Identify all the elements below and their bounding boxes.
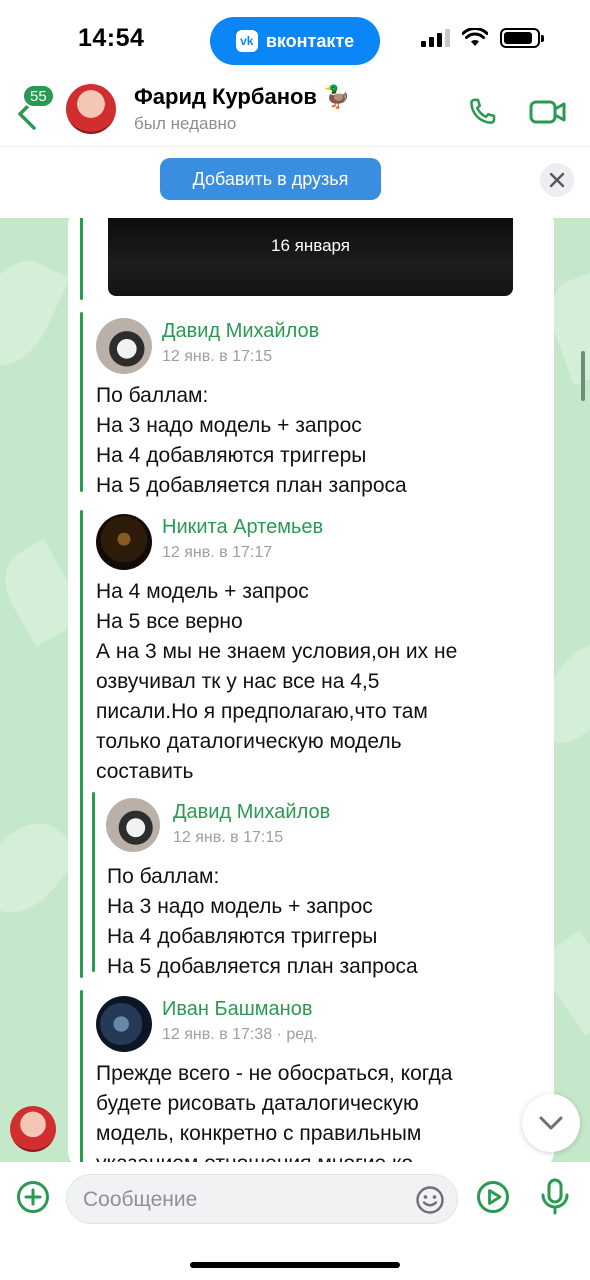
chat-header: 55 Фарид Курбанов 🦆 был недавно — [0, 76, 590, 146]
status-time: 14:54 — [78, 24, 145, 52]
chevron-down-icon — [539, 1116, 563, 1130]
contact-avatar[interactable] — [66, 84, 116, 134]
message-time: 12 янв. в 17:17 — [162, 544, 273, 561]
chat-area[interactable]: 16 января Давид Михайлов 12 янв. в 17:15… — [0, 218, 590, 1162]
quote-line — [80, 218, 83, 300]
message-time: 12 янв. в 17:15 — [162, 348, 273, 365]
message-text: По баллам: На 3 надо модель + запрос На … — [96, 384, 407, 497]
voice-message-button[interactable] — [538, 1178, 572, 1216]
wallpaper-leaf — [0, 248, 70, 378]
emoji-icon — [416, 1186, 444, 1214]
dismiss-friend-bar-button[interactable] — [540, 163, 574, 197]
microphone-icon — [541, 1178, 569, 1215]
nested-quote-line — [92, 792, 95, 972]
quote-line — [80, 312, 83, 492]
message-bubble[interactable]: 16 января Давид Михайлов 12 янв. в 17:15… — [68, 218, 554, 1162]
photo-date: 16 января — [271, 236, 350, 255]
plus-circle-icon — [17, 1181, 49, 1213]
message-author[interactable]: Никита Артемьев — [162, 516, 323, 539]
video-call-button[interactable] — [528, 92, 568, 132]
vk-logo-icon: vk — [235, 30, 258, 52]
play-circle-icon — [477, 1181, 509, 1213]
unread-badge: 55 — [22, 84, 55, 108]
scrollbar[interactable] — [581, 351, 585, 401]
message-author[interactable]: Давид Михайлов — [173, 801, 330, 824]
author-avatar[interactable] — [106, 798, 160, 852]
system-icons — [421, 28, 544, 48]
vk-app-pill[interactable]: vk вконтакте — [210, 17, 380, 65]
emoji-button[interactable] — [415, 1185, 445, 1215]
quote-line — [80, 990, 83, 1162]
author-avatar[interactable] — [96, 514, 152, 570]
close-icon — [549, 172, 565, 188]
message-input[interactable] — [83, 1185, 393, 1215]
message-text: На 4 модель + запрос На 5 все верно А на… — [96, 580, 458, 783]
phone-icon — [470, 98, 496, 124]
video-camera-icon — [529, 100, 566, 124]
contact-name[interactable]: Фарид Курбанов 🦆 — [134, 84, 350, 110]
scroll-down-button[interactable] — [522, 1094, 580, 1152]
quote-line — [80, 510, 83, 978]
message-time: 12 янв. в 17:15 — [173, 829, 284, 846]
message-input-wrapper[interactable] — [66, 1174, 458, 1224]
message-time: 12 янв. в 17:38 · ред. — [162, 1026, 318, 1043]
message-author[interactable]: Давид Михайлов — [162, 320, 319, 343]
call-button[interactable] — [462, 92, 502, 132]
attach-button[interactable] — [16, 1180, 50, 1214]
message-author[interactable]: Иван Башманов — [162, 998, 312, 1021]
message-text: Прежде всего - не обосраться, когда буде… — [96, 1062, 453, 1162]
media-button[interactable] — [476, 1180, 510, 1214]
vk-app-pill-label: вконтакте — [265, 30, 355, 51]
wifi-icon — [462, 28, 488, 46]
signal-icon — [421, 29, 450, 47]
home-indicator[interactable] — [190, 1262, 400, 1268]
battery-icon — [500, 28, 544, 48]
contact-status: был недавно — [134, 114, 237, 133]
author-avatar[interactable] — [96, 318, 152, 374]
friend-request-bar: Добавить в друзья — [0, 146, 590, 218]
sender-avatar[interactable] — [10, 1106, 56, 1152]
photo-attachment[interactable]: 16 января — [108, 218, 513, 296]
add-friend-button[interactable]: Добавить в друзья — [160, 158, 381, 200]
status-bar: 14:54 vk вконтакте — [0, 0, 590, 76]
author-avatar[interactable] — [96, 996, 152, 1052]
message-text: По баллам: На 3 надо модель + запрос На … — [107, 865, 418, 978]
